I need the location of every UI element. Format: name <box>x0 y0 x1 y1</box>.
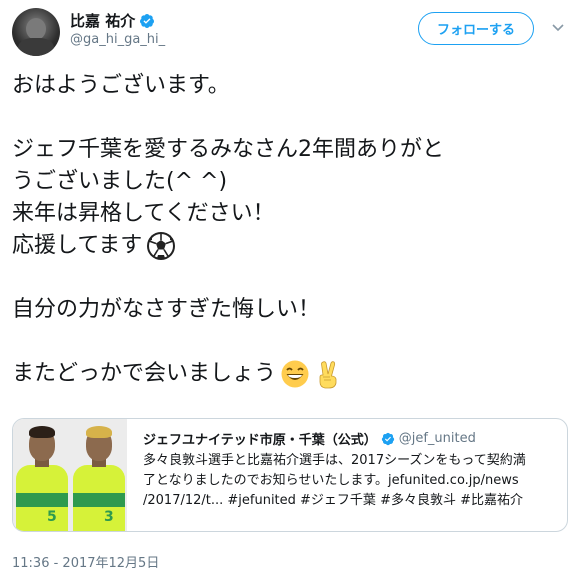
grinning-face-icon <box>281 360 309 388</box>
quoted-body-line: /2017/12/t... #jefunited #ジェフ千葉 #多々良敦斗 #… <box>143 493 523 508</box>
soccer-ball-icon <box>147 232 176 260</box>
victory-hand-icon <box>319 361 337 389</box>
quoted-display-name: ジェフユナイテッド市原・千葉（公式） <box>143 433 377 448</box>
quoted-body-line: 了となりましたのでお知らせいたします。jefunited.co.jp/news <box>143 473 519 488</box>
jersey-number: 3 <box>104 509 114 525</box>
quoted-tweet-header: ジェフユナイテッド市原・千葉（公式） @jef_united <box>143 429 476 448</box>
author-name-row: 比嘉 祐介 <box>70 10 155 31</box>
verified-badge-icon <box>140 13 155 28</box>
hair <box>86 426 112 438</box>
player-photo-left: 5 <box>13 419 70 531</box>
author-display-name[interactable]: 比嘉 祐介 <box>70 10 135 31</box>
tweet-line-with-emoji: またどっかで会いましょう <box>12 358 568 390</box>
quoted-tweet-body: 多々良敦斗選手と比嘉祐介選手は、2017シーズンをもって契約満 了となりましたの… <box>143 451 559 511</box>
tweet-line: 来年は昇格してください！ <box>12 201 275 226</box>
tweet-line-text: またどっかで会いましょう <box>12 361 277 386</box>
tweet-text: おはようございます。 ジェフ千葉を愛するみなさん2年間ありがと うございました(… <box>12 70 568 390</box>
tweet-line: おはようございます。 <box>12 73 230 98</box>
tweet-line: うございました(^ ^) <box>12 169 228 194</box>
tweet-line: 自分の力がなさすぎた悔しい！ <box>12 297 321 322</box>
avatar-face <box>26 18 46 40</box>
player-photo-right: 3 <box>70 419 127 531</box>
jersey-number: 5 <box>47 509 57 525</box>
jersey-stripe <box>73 493 125 507</box>
jersey-stripe <box>16 493 68 507</box>
tweet-timestamp[interactable]: 11:36 - 2017年12月5日 <box>12 552 159 571</box>
quoted-body-line: 多々良敦斗選手と比嘉祐介選手は、2017シーズンをもって契約満 <box>143 453 526 468</box>
quoted-tweet-card[interactable]: 5 3 ジェフユナイテッド市原・千葉（公式） @jef_united 多々良敦斗… <box>12 418 568 532</box>
hair <box>29 426 55 438</box>
verified-badge-icon <box>381 432 394 445</box>
tweet-line-text: 応援してます <box>12 233 143 258</box>
tweet-line-with-emoji: 応援してます <box>12 230 568 262</box>
follow-button[interactable]: フォローする <box>418 12 534 45</box>
tweet-line: ジェフ千葉を愛するみなさん2年間ありがと <box>12 137 444 162</box>
author-avatar[interactable] <box>12 8 60 56</box>
quoted-tweet-image[interactable]: 5 3 <box>13 419 127 531</box>
quoted-handle: @jef_united <box>398 431 476 446</box>
avatar-body <box>18 38 54 56</box>
chevron-down-icon[interactable] <box>552 24 564 32</box>
author-handle[interactable]: @ga_hi_ga_hi_ <box>70 32 165 47</box>
